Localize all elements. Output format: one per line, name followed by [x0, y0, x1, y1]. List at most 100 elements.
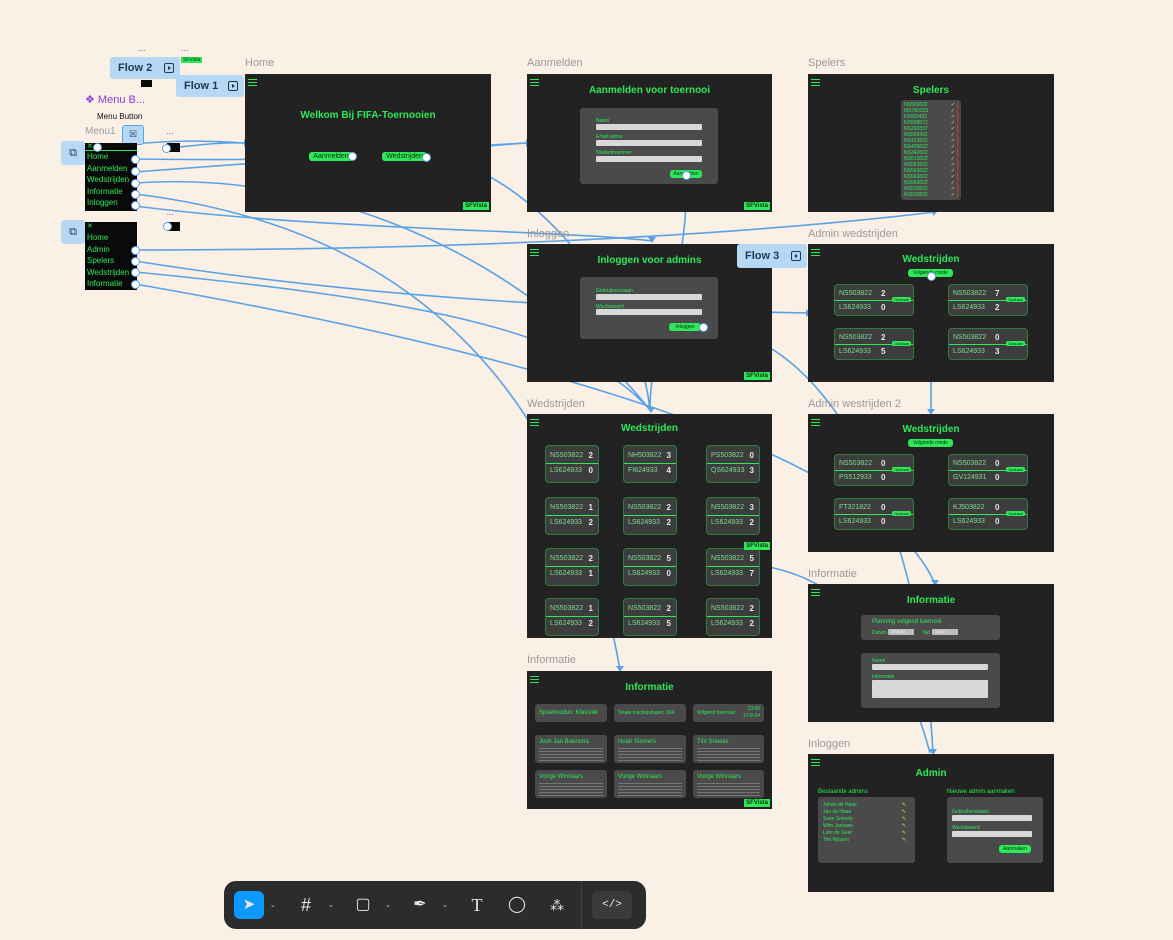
chevron-down-icon[interactable]: ⌄	[442, 901, 450, 909]
aanmaken-button[interactable]: Aanmaken	[999, 845, 1031, 853]
connector-handle[interactable]	[131, 257, 140, 266]
connector-handle[interactable]	[131, 155, 140, 164]
edit-icon[interactable]: ✎	[902, 837, 906, 844]
rectangle-tool-icon[interactable]: ▢	[348, 891, 378, 919]
menu1-item-wedstrijden[interactable]: Wedstrijden	[85, 174, 137, 186]
opslaan-tag[interactable]: Opslaan	[892, 297, 911, 302]
flow-2-label[interactable]: Flow 2	[110, 57, 180, 79]
opslaan-tag[interactable]: Opslaan	[1006, 297, 1025, 302]
move-tool-icon[interactable]: ➤	[234, 891, 264, 919]
studentnummer-input[interactable]	[596, 156, 702, 162]
edit-icon[interactable]: ✎	[902, 809, 906, 816]
connector-handle[interactable]	[131, 190, 140, 199]
match-card[interactable]: NS503822 5 LS624933 0	[623, 548, 677, 586]
menu1-item-home[interactable]: Home	[85, 151, 137, 163]
naam-input[interactable]	[596, 124, 702, 130]
connector-handle[interactable]	[93, 143, 102, 152]
hamburger-icon[interactable]	[811, 759, 820, 766]
edit-icon[interactable]: ✎	[902, 823, 906, 830]
gebruikersnaam-input[interactable]	[952, 815, 1032, 821]
connector-handle[interactable]	[699, 323, 708, 332]
opslaan-tag[interactable]: Opslaan	[892, 341, 911, 346]
frame-home[interactable]: Welkom Bij FIFA-Toernooien Aanmelden Wed…	[245, 74, 491, 212]
edit-icon[interactable]: ✎	[902, 830, 906, 837]
match-card[interactable]: NS503822 2 LS624933 5	[623, 598, 677, 636]
match-card[interactable]: NS503822 1 LS624933 2	[545, 497, 599, 535]
match-card[interactable]: NH503822 3 FI624933 4	[623, 445, 677, 483]
connector-handle[interactable]	[348, 152, 357, 161]
menu2-item-wedstrijden[interactable]: Wedstrijden	[85, 267, 137, 279]
connector-handle[interactable]	[131, 201, 140, 210]
admin-match-card[interactable]: KJ503822 0 LS624933 0 Opslaan	[948, 498, 1028, 530]
menu1-item-aanmelden[interactable]: Aanmelden	[85, 163, 137, 175]
menu1-item-informatie[interactable]: Informatie	[85, 186, 137, 198]
dots-menu-1[interactable]: ...	[138, 43, 146, 53]
datum-input[interactable]: 17-9-24	[888, 629, 914, 635]
naam-input[interactable]	[872, 664, 988, 670]
close-icon[interactable]: ☒	[122, 125, 144, 145]
menu2-item-admin[interactable]: Admin	[85, 244, 137, 256]
dots-menu-4[interactable]: ...	[166, 207, 174, 217]
menu2-item-spelers[interactable]: Spelers	[85, 255, 137, 267]
menu1-item-inloggen[interactable]: Inloggen	[85, 197, 137, 209]
chevron-down-icon[interactable]: ⌄	[328, 901, 336, 909]
wachtwoord-input[interactable]	[952, 831, 1032, 837]
admin-match-card[interactable]: NS503822 2 LS624933 0 Opslaan	[834, 284, 914, 316]
connector-handle[interactable]	[131, 268, 140, 277]
connector-handle[interactable]	[131, 246, 140, 255]
opslaan-tag[interactable]: Opslaan	[1006, 341, 1025, 346]
match-card[interactable]: NS503822 3 LS624933 2	[706, 497, 760, 535]
edit-icon[interactable]: ✎	[902, 802, 906, 809]
match-card[interactable]: NS503822 2 LS624933 2	[706, 598, 760, 636]
interaction-icon[interactable]: ⧉	[61, 141, 85, 165]
flow-3-label[interactable]: Flow 3	[737, 244, 807, 268]
dots-menu-3[interactable]: ...	[166, 126, 174, 136]
email-input[interactable]	[596, 140, 702, 146]
connector-handle[interactable]	[163, 222, 172, 231]
menu2-item-home[interactable]: Home	[85, 232, 137, 244]
frame-admin[interactable]: Admin Bestaande admins Nieuwe admin aanm…	[808, 754, 1054, 892]
frame-informatie-admin[interactable]: Informatie Planning volgend toernooi Dat…	[808, 584, 1054, 722]
menu-close-icon[interactable]: ✕	[85, 222, 137, 232]
admin-match-card[interactable]: NS503822 2 LS624933 5 Opslaan	[834, 328, 914, 360]
admin-match-card[interactable]: NS503822 0 LS624933 3 Opslaan	[948, 328, 1028, 360]
frame-spelers[interactable]: Spelers NS503822 ✓ MS783333 ✓ FS665432 ✓ NS508…	[808, 74, 1054, 212]
edit-icon[interactable]: ✎	[902, 816, 906, 823]
wachtwoord-input[interactable]	[596, 309, 702, 315]
resources-tool-icon[interactable]: ⁂	[542, 891, 572, 919]
frame-admin-wedstrijden[interactable]: Wedstrijden Volgende ronde NS503822 2 LS62…	[808, 244, 1054, 382]
comment-tool-icon[interactable]: ◯	[502, 891, 532, 919]
opslaan-tag[interactable]: Opslaan	[1006, 511, 1025, 516]
interaction-icon[interactable]: ⧉	[61, 220, 85, 244]
aanmelden-button[interactable]: Aanmelden	[309, 152, 353, 161]
dots-menu-2[interactable]: ...	[181, 43, 189, 53]
admin-match-card[interactable]: NS503822 0 PS512933 0 Opslaan	[834, 454, 914, 486]
menu2-item-informatie[interactable]: Informatie	[85, 278, 137, 290]
volgende-ronde-button[interactable]: Volgende ronde	[908, 439, 953, 447]
opslaan-tag[interactable]: Opslaan	[892, 511, 911, 516]
match-card[interactable]: NS503822 2 LS624933 1	[545, 548, 599, 586]
frame-informatie[interactable]: Informatie Speelmodus: Klassiek Totale i…	[527, 671, 772, 809]
admin-match-card[interactable]: FT321822 0 LS624933 0 Opslaan	[834, 498, 914, 530]
hamburger-icon[interactable]	[248, 79, 257, 86]
match-card[interactable]: NS503822 1 LS624933 2	[545, 598, 599, 636]
connector-handle[interactable]	[131, 280, 140, 289]
match-card[interactable]: PS503822 0 QS624933 3	[706, 445, 760, 483]
wedstrijden-button[interactable]: Wedstrijden	[382, 152, 427, 161]
frame-wedstrijden[interactable]: Wedstrijden NS503822 2 LS624933 0 NH503822 3 F…	[527, 414, 772, 638]
informatie-textarea[interactable]	[872, 680, 988, 698]
component-name[interactable]: ❖ Menu B...	[85, 93, 145, 106]
admin-match-card[interactable]: NS503822 7 LS624933 2 Opslaan	[948, 284, 1028, 316]
connector-handle[interactable]	[131, 167, 140, 176]
match-card[interactable]: NS503822 2 LS624933 0	[545, 445, 599, 483]
match-card[interactable]: NS503822 2 LS624933 2	[623, 497, 677, 535]
text-tool-icon[interactable]: T	[462, 891, 492, 919]
frame-tool-icon[interactable]: #	[291, 891, 321, 919]
delete-icon[interactable]: ✓	[951, 192, 955, 198]
connector-handle[interactable]	[682, 171, 691, 180]
dev-mode-icon[interactable]: </>	[592, 891, 632, 919]
match-card[interactable]: NS503822 5 LS624933 7	[706, 548, 760, 586]
frame-aanmelden[interactable]: Aanmelden voor toernooi Naam Email adres…	[527, 74, 772, 212]
opslaan-tag[interactable]: Opslaan	[1006, 467, 1025, 472]
connector-handle[interactable]	[927, 272, 936, 281]
